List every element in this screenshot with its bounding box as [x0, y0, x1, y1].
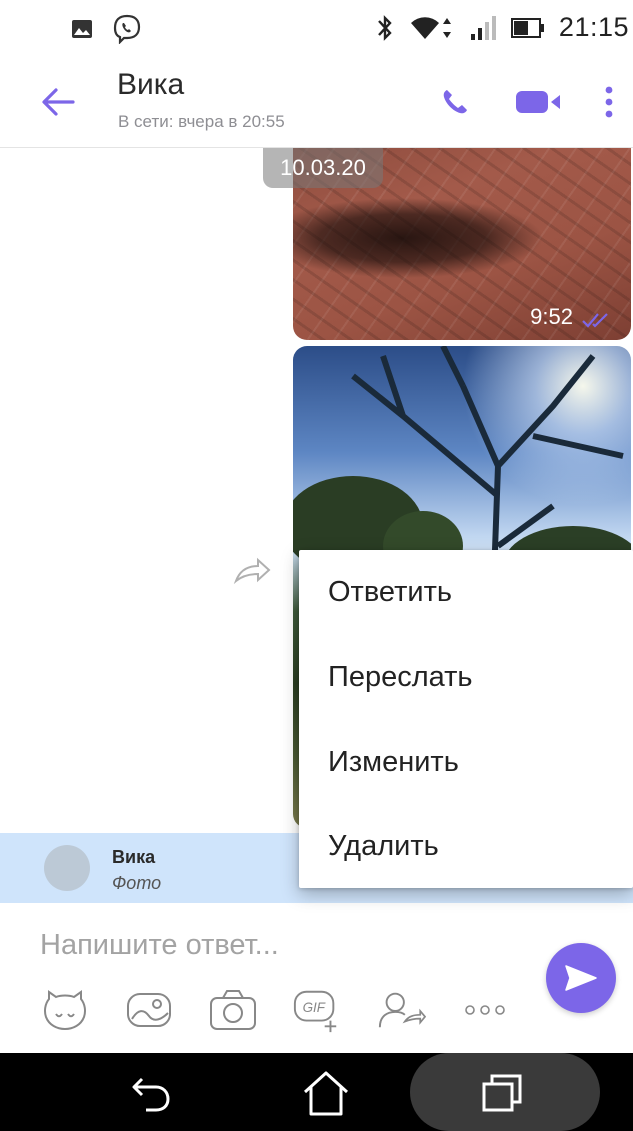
composer-toolbar: GIF	[40, 985, 510, 1035]
contact-name[interactable]: Вика	[117, 68, 184, 102]
menu-item-reply[interactable]: Ответить	[299, 550, 633, 634]
nav-back-button[interactable]	[120, 1067, 180, 1119]
menu-item-forward[interactable]: Переслать	[299, 635, 633, 719]
chat-header: Вика В сети: вчера в 20:55	[0, 58, 633, 148]
recents-icon	[482, 1074, 522, 1112]
message-context-menu: Ответить Переслать Изменить Удалить	[299, 550, 633, 888]
send-icon	[565, 965, 597, 991]
forward-icon	[233, 557, 271, 585]
menu-item-edit[interactable]: Изменить	[299, 720, 633, 804]
back-arrow-icon	[42, 88, 75, 116]
share-contact-icon	[378, 992, 426, 1028]
gallery-button[interactable]	[124, 985, 174, 1035]
gif-icon: GIF	[293, 990, 337, 1033]
back-icon	[132, 1077, 170, 1112]
gallery-icon	[127, 993, 171, 1027]
signal-icon	[469, 14, 497, 42]
home-icon	[303, 1071, 349, 1116]
call-button[interactable]	[433, 80, 477, 124]
more-horizontal-icon	[465, 1005, 505, 1015]
sticker-button[interactable]	[40, 985, 90, 1035]
camera-button[interactable]	[208, 985, 258, 1035]
forward-button[interactable]	[232, 556, 272, 586]
status-bar: 21:15	[0, 0, 633, 58]
phone-icon	[443, 90, 467, 114]
status-time: 21:15	[558, 12, 629, 42]
video-call-button[interactable]	[512, 80, 564, 124]
back-button[interactable]	[36, 80, 80, 124]
svg-text:GIF: GIF	[303, 1000, 326, 1015]
reply-text: Фото	[112, 873, 162, 893]
share-contact-button[interactable]	[376, 985, 426, 1035]
contact-status: В сети: вчера в 20:55	[118, 112, 285, 131]
gif-button[interactable]: GIF	[292, 985, 342, 1035]
message-time: 9:52	[530, 304, 573, 329]
send-button[interactable]	[546, 943, 616, 1013]
camera-icon	[210, 990, 256, 1030]
viber-icon	[112, 14, 142, 44]
navigation-bar	[0, 1053, 633, 1131]
nav-recents-button[interactable]	[472, 1067, 532, 1119]
date-chip: 10.03.20	[263, 148, 383, 188]
more-tools-button[interactable]	[460, 985, 510, 1035]
image-icon	[70, 17, 94, 41]
read-check-icon	[582, 313, 608, 328]
avatar	[44, 845, 90, 891]
wifi-icon	[409, 14, 455, 42]
reply-name: Вика	[112, 847, 156, 867]
more-options-button[interactable]	[596, 80, 622, 124]
sticker-icon	[44, 990, 86, 1031]
bluetooth-icon	[375, 14, 395, 42]
message-composer: GIF	[0, 903, 633, 1053]
video-icon	[516, 91, 560, 113]
nav-home-button[interactable]	[296, 1067, 356, 1119]
menu-item-delete[interactable]: Удалить	[299, 804, 633, 888]
more-vertical-icon	[605, 86, 613, 118]
message-input[interactable]	[40, 925, 480, 965]
battery-icon	[510, 17, 545, 39]
